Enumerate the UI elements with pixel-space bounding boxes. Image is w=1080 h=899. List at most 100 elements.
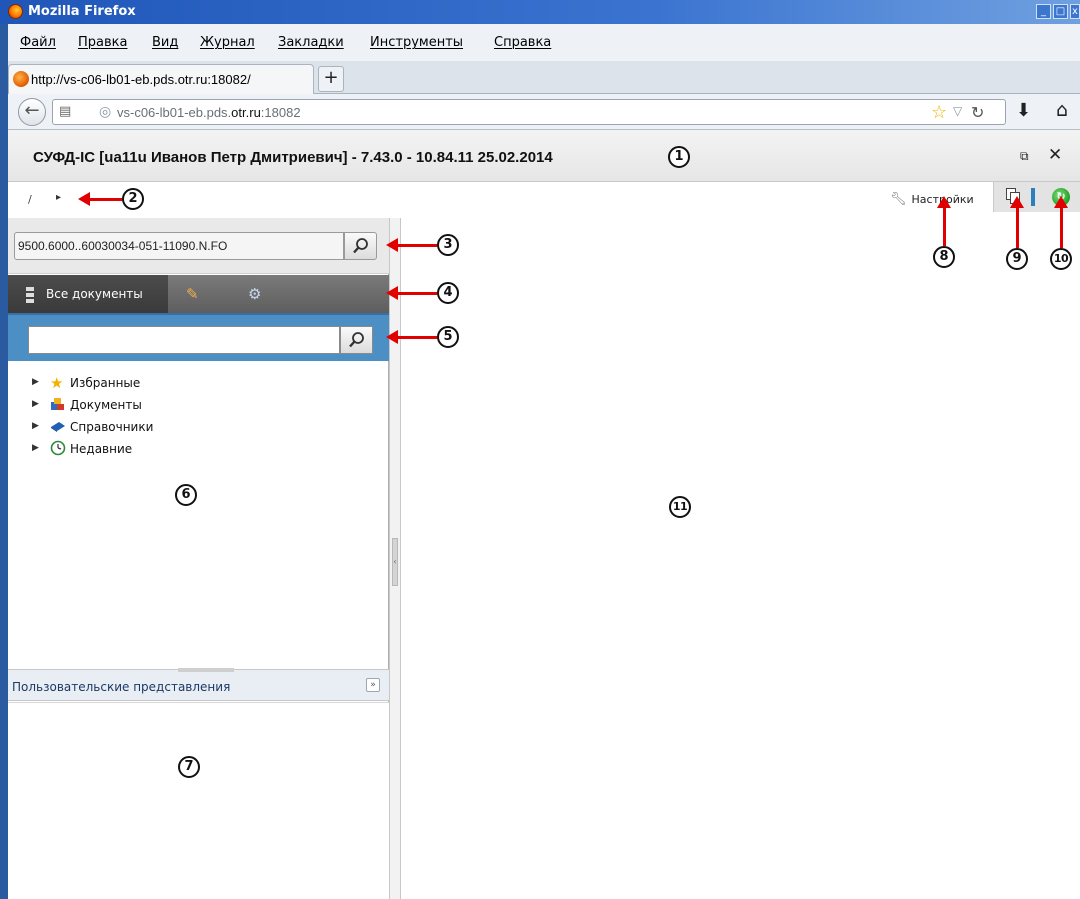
browser-window: Mozilla Firefox _ □ x Файл Правка Вид Жу…: [0, 0, 1080, 899]
history-dropdown-icon[interactable]: ▽: [953, 104, 962, 118]
arrow-head: [937, 196, 951, 208]
menu-tools[interactable]: Инструменты: [370, 35, 463, 50]
settings-link[interactable]: 🔧︎ Настройки: [890, 192, 974, 207]
arrow-head: [386, 286, 398, 300]
user-views-header: Пользовательские представления »: [8, 668, 389, 701]
gear-icon[interactable]: ⚙: [248, 285, 268, 305]
collapse-icon[interactable]: »: [366, 678, 380, 692]
arrow-head: [386, 330, 398, 344]
arrow: [1016, 206, 1019, 248]
resize-grip[interactable]: [178, 668, 234, 672]
menu-history[interactable]: Журнал: [200, 35, 255, 50]
user-views-panel: [8, 702, 389, 899]
arrow-head: [1010, 196, 1024, 208]
address-bar[interactable]: ▤ ◎ vs-c06-lb01-eb.pds.otr.ru:18082 ☆ ▽ …: [52, 99, 1006, 125]
menu-view[interactable]: Вид: [152, 35, 178, 50]
expand-arrow-icon[interactable]: ▶: [32, 421, 39, 431]
navigation-bar: ← ▤ ◎ vs-c06-lb01-eb.pds.otr.ru:18082 ☆ …: [8, 94, 1080, 130]
page-icon: ▤: [59, 104, 72, 119]
app-header: СУФД-IC [ua11u Иванов Петр Дмитриевич] -…: [8, 130, 1080, 182]
tab-all-documents-label: Все документы: [46, 287, 143, 301]
breadcrumb-root[interactable]: /: [28, 193, 32, 206]
divider: [1031, 188, 1035, 206]
callout-9: 9: [1006, 248, 1028, 270]
url-text: vs-c06-lb01-eb.pds.otr.ru:18082: [117, 105, 301, 120]
expand-arrow-icon[interactable]: ▶: [32, 399, 39, 409]
callout-7: 7: [178, 756, 200, 778]
window-frame: [0, 0, 8, 899]
callout-8: 8: [933, 246, 955, 268]
breadcrumb-arrow-icon[interactable]: ▸: [56, 192, 61, 203]
firefox-icon: [8, 4, 23, 19]
quick-search-button[interactable]: [344, 232, 377, 260]
menu-bookmarks[interactable]: Закладки: [278, 35, 344, 50]
book-icon: [50, 418, 68, 436]
close-window-button[interactable]: x: [1070, 4, 1080, 19]
back-button[interactable]: ←: [18, 98, 46, 126]
tree-search-area: [8, 315, 389, 361]
splitter-handle[interactable]: ‹: [392, 538, 398, 586]
quick-search-input[interactable]: 9500.6000..60030034-051-11090.N.FO: [14, 232, 344, 260]
workspace-area: [401, 218, 1080, 899]
menu-file[interactable]: Файл: [20, 35, 56, 50]
search-icon: [352, 238, 368, 254]
maximize-button[interactable]: □: [1053, 4, 1068, 19]
callout-5: 5: [437, 326, 459, 348]
navigator-tabs: Все документы ✎ ⚙: [8, 275, 389, 315]
arrow: [1060, 206, 1063, 248]
clock-icon: [50, 440, 68, 458]
callout-6: 6: [175, 484, 197, 506]
search-icon: [348, 332, 364, 348]
menu-help[interactable]: Справка: [494, 35, 551, 50]
breadcrumb-bar: / ▸ 🔧︎ Настройки ↻: [8, 182, 1080, 218]
reload-icon[interactable]: ↻: [971, 103, 984, 122]
arrow-head: [386, 238, 398, 252]
quick-search-area: 9500.6000..60030034-051-11090.N.FO: [8, 218, 389, 274]
download-icon[interactable]: ⬇: [1016, 100, 1031, 121]
arrow: [943, 206, 946, 246]
callout-3: 3: [437, 234, 459, 256]
favicon-icon: [13, 71, 29, 87]
callout-1: 1: [668, 146, 690, 168]
app-title: СУФД-IC [ua11u Иванов Петр Дмитриевич] -…: [33, 149, 553, 166]
arrow-head: [1054, 196, 1068, 208]
callout-2: 2: [122, 188, 144, 210]
bookmark-star-icon[interactable]: ☆: [931, 102, 947, 123]
window-titlebar: Mozilla Firefox _ □ x: [0, 0, 1080, 24]
tab-all-documents[interactable]: Все документы: [8, 275, 168, 313]
window-title: Mozilla Firefox: [28, 4, 136, 19]
arrow: [398, 292, 437, 295]
documents-icon: [50, 396, 68, 414]
arrow: [398, 244, 437, 247]
tree-search-button[interactable]: [340, 326, 373, 354]
tab-strip: http://vs-c06-lb01-eb.pds.otr.ru:18082/ …: [8, 61, 1080, 94]
callout-4: 4: [437, 282, 459, 304]
edit-icon[interactable]: ✎: [186, 285, 206, 305]
globe-icon: ◎: [99, 104, 112, 120]
wrench-icon: 🔧︎: [890, 192, 907, 207]
close-icon[interactable]: ✕: [1048, 145, 1062, 165]
new-tab-button[interactable]: +: [318, 66, 344, 92]
left-panel: 9500.6000..60030034-051-11090.N.FO Все д…: [8, 218, 389, 899]
minimize-button[interactable]: _: [1036, 4, 1051, 19]
callout-10: 10: [1050, 248, 1072, 270]
tab-label: http://vs-c06-lb01-eb.pds.otr.ru:18082/: [31, 72, 251, 87]
star-icon: ★: [50, 374, 64, 392]
expand-arrow-icon[interactable]: ▶: [32, 377, 39, 387]
tree-label: Избранные: [70, 376, 141, 390]
arrow: [398, 336, 437, 339]
menu-edit[interactable]: Правка: [78, 35, 127, 50]
user-views-title: Пользовательские представления: [12, 680, 231, 694]
expand-arrow-icon[interactable]: ▶: [32, 443, 39, 453]
tree-label: Недавние: [70, 442, 133, 456]
callout-11: 11: [669, 496, 691, 518]
tree-label: Справочники: [70, 420, 154, 434]
tree-label: Документы: [70, 398, 142, 412]
browser-tab[interactable]: http://vs-c06-lb01-eb.pds.otr.ru:18082/: [8, 64, 314, 94]
back-arrow-icon: ←: [24, 100, 40, 121]
home-icon[interactable]: ⌂: [1056, 99, 1068, 121]
menu-bar: Файл Правка Вид Журнал Закладки Инструме…: [8, 24, 1080, 61]
tree-search-input[interactable]: [28, 326, 340, 354]
panel-splitter[interactable]: ‹: [389, 218, 401, 899]
restore-icon[interactable]: ⧉: [1020, 149, 1029, 164]
